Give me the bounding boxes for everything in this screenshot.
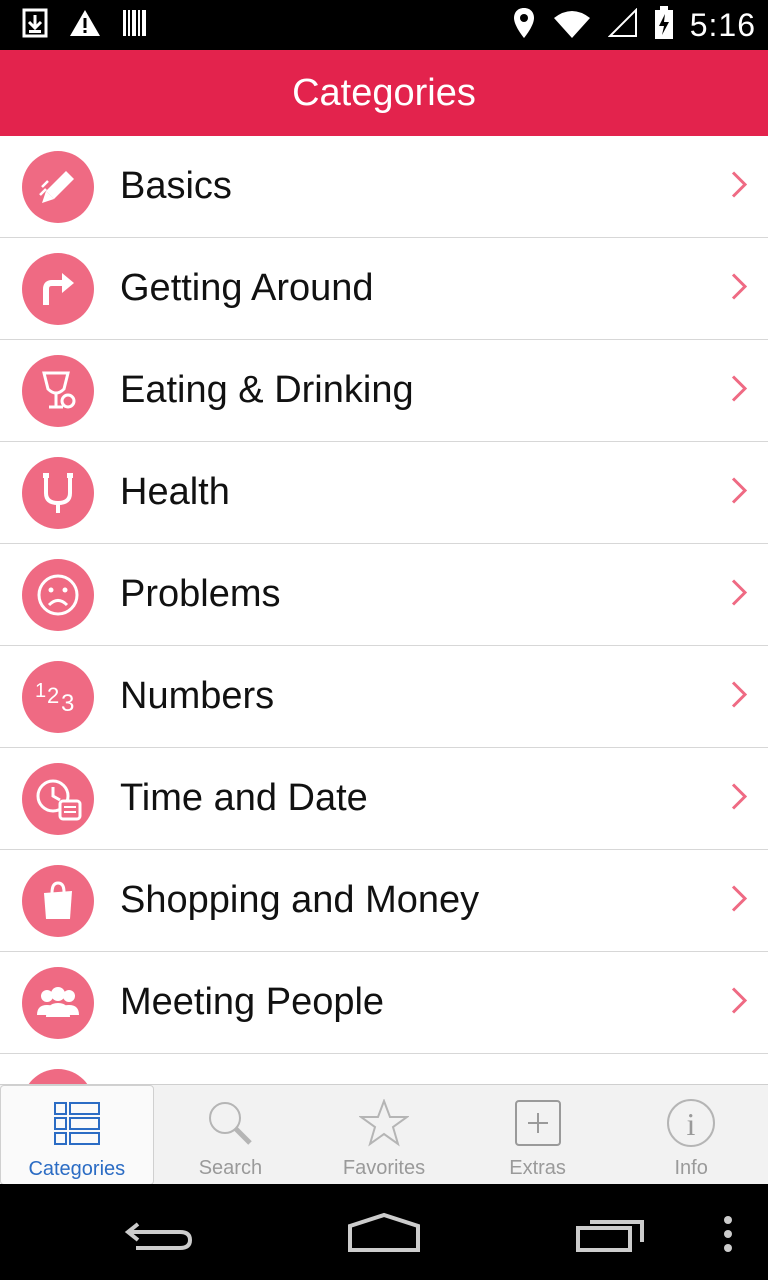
overflow-menu-icon[interactable] <box>722 1216 734 1257</box>
tab-label: Info <box>674 1157 708 1179</box>
location-icon <box>512 6 536 45</box>
chevron-right-icon <box>730 679 748 714</box>
list-item-basics[interactable]: Basics <box>0 136 768 238</box>
list-item-label: Shopping and Money <box>120 879 480 921</box>
svg-text:i: i <box>687 1106 696 1142</box>
search-icon <box>206 1095 254 1151</box>
chevron-right-icon <box>730 271 748 306</box>
chevron-right-icon <box>730 883 748 918</box>
people-icon <box>22 966 94 1039</box>
list-item-eating-drinking[interactable]: Eating & Drinking <box>0 340 768 442</box>
list-item-partial[interactable] <box>0 1054 768 1084</box>
barcode-icon <box>122 8 148 43</box>
tab-extras[interactable]: Extras <box>461 1085 615 1185</box>
back-icon[interactable] <box>124 1216 194 1259</box>
clock-calendar-icon <box>22 762 94 835</box>
status-bar: 5:16 <box>0 0 768 50</box>
list-item-label: Meeting People <box>120 981 385 1023</box>
list-item-meeting-people[interactable]: Meeting People <box>0 952 768 1054</box>
list-item-getting-around[interactable]: Getting Around <box>0 238 768 340</box>
shopping-bag-icon <box>22 864 94 937</box>
tab-bar: Categories Search Favorites Extras i Inf… <box>0 1084 768 1185</box>
list-item-label: Basics <box>120 165 232 207</box>
tab-label: Favorites <box>342 1157 426 1179</box>
pencil-icon <box>22 150 94 223</box>
svg-text:3: 3 <box>61 690 74 717</box>
list-item-label: Eating & Drinking <box>120 369 414 411</box>
list-item-label: Getting Around <box>120 267 374 309</box>
tab-favorites[interactable]: Favorites <box>307 1085 461 1185</box>
turn-arrow-icon <box>22 252 94 325</box>
status-time: 5:16 <box>689 7 756 43</box>
stethoscope-icon <box>22 456 94 529</box>
list-item-label: Health <box>120 471 230 513</box>
chevron-right-icon <box>730 475 748 510</box>
chevron-right-icon <box>730 373 748 408</box>
list-item-label: Time and Date <box>120 777 368 819</box>
list-item-problems[interactable]: Problems <box>0 544 768 646</box>
app-header: Categories <box>0 50 768 136</box>
home-icon[interactable] <box>346 1212 422 1259</box>
tab-search[interactable]: Search <box>154 1085 308 1185</box>
list-item-time-date[interactable]: Time and Date <box>0 748 768 850</box>
sad-face-icon <box>22 558 94 631</box>
list-icon <box>53 1096 101 1152</box>
page-title: Categories <box>292 71 476 114</box>
tab-label: Extras <box>509 1157 566 1179</box>
battery-icon <box>654 6 674 45</box>
chevron-right-icon <box>730 985 748 1020</box>
tab-label: Categories <box>28 1158 126 1180</box>
glass-icon <box>22 354 94 427</box>
signal-icon <box>607 7 638 43</box>
chevron-right-icon <box>730 577 748 612</box>
list-item-shopping-money[interactable]: Shopping and Money <box>0 850 768 952</box>
tab-info[interactable]: i Info <box>614 1085 768 1185</box>
svg-text:1: 1 <box>35 680 46 702</box>
numbers-icon: 123 <box>22 660 94 733</box>
chevron-right-icon <box>730 169 748 204</box>
tab-label: Search <box>198 1157 263 1179</box>
list-item-numbers[interactable]: 123 Numbers <box>0 646 768 748</box>
list-item-health[interactable]: Health <box>0 442 768 544</box>
plus-box-icon <box>514 1095 562 1151</box>
list-item-label: Numbers <box>120 675 275 717</box>
download-icon <box>22 8 48 43</box>
warning-icon <box>68 8 102 43</box>
svg-text:2: 2 <box>47 683 59 708</box>
list-item-label: Problems <box>120 573 281 615</box>
category-list[interactable]: Basics Getting Around Eating & Drinking … <box>0 136 768 1084</box>
wifi-icon <box>552 8 592 43</box>
chevron-right-icon <box>730 781 748 816</box>
info-icon: i <box>666 1095 716 1151</box>
category-icon <box>22 1068 94 1084</box>
recent-apps-icon[interactable] <box>574 1214 648 1259</box>
star-icon <box>358 1095 409 1151</box>
tab-categories[interactable]: Categories <box>0 1085 154 1185</box>
system-nav-bar <box>0 1184 768 1280</box>
